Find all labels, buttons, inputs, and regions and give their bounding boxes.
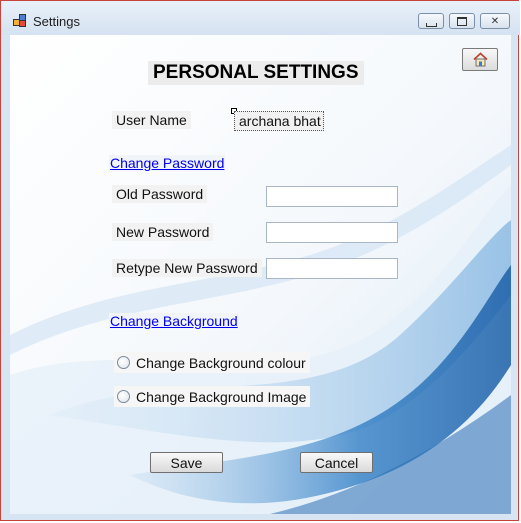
new-password-label: New Password: [112, 223, 214, 241]
background-colour-radio[interactable]: [117, 356, 130, 369]
minimize-icon: [419, 14, 443, 28]
cancel-button[interactable]: Cancel: [300, 452, 373, 473]
old-password-label: Old Password: [112, 185, 208, 203]
user-name-value: archana bhat: [234, 111, 324, 131]
maximize-button[interactable]: [449, 13, 475, 29]
home-icon: [473, 52, 488, 67]
background-image-radio[interactable]: [117, 390, 130, 403]
save-button[interactable]: Save: [150, 452, 223, 473]
title-bar[interactable]: Settings ✕: [1, 1, 520, 35]
home-button[interactable]: [462, 48, 498, 71]
user-name-label: User Name: [112, 111, 191, 129]
background-image-option[interactable]: Change Background Image: [114, 386, 311, 407]
new-password-input[interactable]: [266, 222, 398, 243]
settings-form: PERSONAL SETTINGS User Name archana bhat…: [10, 35, 511, 514]
page-title: PERSONAL SETTINGS: [148, 61, 364, 85]
retype-password-input[interactable]: [266, 258, 398, 279]
minimize-button[interactable]: [418, 13, 444, 29]
background-image-label: Change Background Image: [136, 388, 307, 405]
old-password-input[interactable]: [266, 186, 398, 207]
window-title: Settings: [33, 14, 80, 29]
maximize-icon: [450, 14, 474, 28]
change-background-link[interactable]: Change Background: [109, 313, 239, 329]
settings-app-icon: [13, 14, 27, 27]
background-colour-option[interactable]: Change Background colour: [114, 352, 310, 373]
close-button[interactable]: ✕: [480, 13, 510, 29]
retype-password-label: Retype New Password: [112, 259, 262, 277]
background-colour-label: Change Background colour: [136, 354, 306, 371]
change-password-link[interactable]: Change Password: [109, 155, 226, 171]
close-icon: ✕: [490, 15, 500, 27]
settings-window: Settings ✕ PERSONAL SETTINGS User Name a…: [0, 0, 520, 521]
